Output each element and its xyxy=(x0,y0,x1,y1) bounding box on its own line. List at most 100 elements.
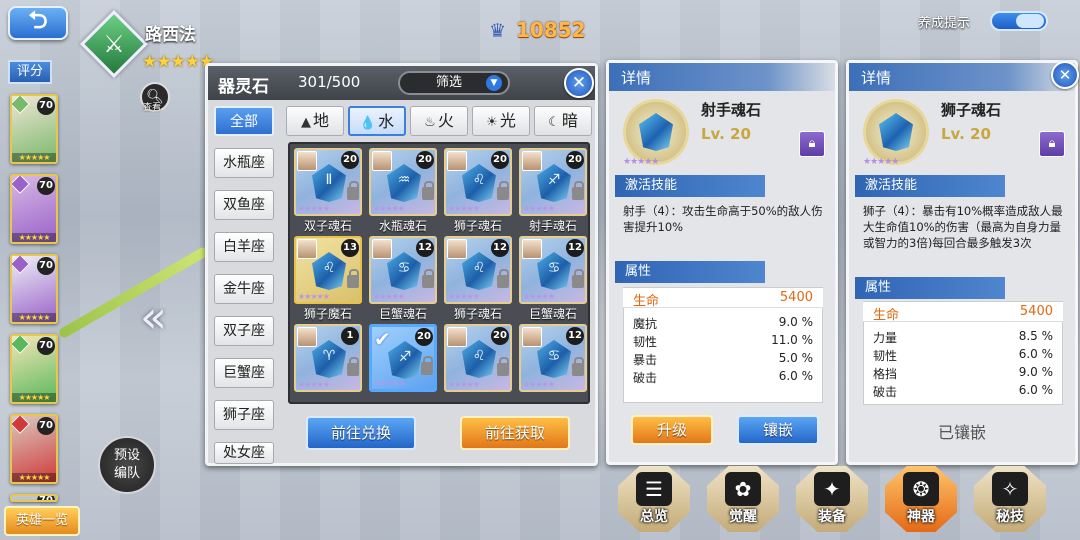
tab-icon: ✿ xyxy=(725,472,761,506)
item-stars: ★★★★★ xyxy=(373,292,405,301)
lock-icon xyxy=(347,181,359,200)
tab-awaken[interactable]: ✿ 觉醒 xyxy=(703,462,783,540)
lock-icon[interactable]: 🔒︎ xyxy=(799,131,825,157)
obtain-button[interactable]: 前往获取 xyxy=(460,416,570,450)
element-tab[interactable]: ▲ 地 xyxy=(286,106,344,136)
zodiac-glyph: ♋ xyxy=(547,348,561,364)
hero-card[interactable]: 70 ★★★★★ xyxy=(10,414,58,484)
zodiac-tab[interactable]: 双子座 xyxy=(214,316,274,346)
stone-count: 301/500 xyxy=(298,73,361,91)
hero-level: 70 xyxy=(37,496,55,500)
item-level: 1 xyxy=(341,327,359,345)
score-button[interactable]: 评分 xyxy=(8,60,52,84)
item-level: 20 xyxy=(566,151,584,169)
preset-team-button[interactable]: 预设 编队 xyxy=(98,436,156,494)
element-tab[interactable]: ☀ 光 xyxy=(472,106,530,136)
zodiac-tab[interactable]: 狮子座 xyxy=(214,400,274,430)
soul-stone-item[interactable]: ♐ 20 ✔ ★★★★★ xyxy=(369,324,437,392)
soul-stone-item[interactable]: ♒ 20 ★★★★★ xyxy=(369,148,437,216)
stat-row: 韧性 11.0 % xyxy=(623,333,823,351)
lock-icon xyxy=(422,181,434,200)
lock-icon xyxy=(497,181,509,200)
tab-equipment[interactable]: ✦ 装备 xyxy=(792,462,872,540)
zodiac-tab[interactable]: 水瓶座 xyxy=(214,148,274,178)
owner-portrait xyxy=(297,151,317,171)
stat-name: 破击 xyxy=(873,385,898,399)
hero-name: 路西法 xyxy=(145,25,196,45)
exchange-button[interactable]: 前往兑换 xyxy=(306,416,416,450)
item-name: 巨蟹魂石 xyxy=(528,307,577,321)
heroes-overview-button[interactable]: 英雄一览 xyxy=(4,506,80,536)
soul-stone-item[interactable]: Ⅱ 20 ★★★★★ xyxy=(294,148,362,216)
lock-icon[interactable]: 🔒︎ xyxy=(1039,131,1065,157)
prev-arrow-icon[interactable]: « xyxy=(140,292,167,343)
element-icon: ♨ xyxy=(424,115,436,130)
tab-secret[interactable]: ✧ 秘技 xyxy=(970,462,1050,540)
soul-stone-item[interactable]: ♌ 12 ★★★★★ xyxy=(444,236,512,304)
owner-portrait xyxy=(447,239,467,259)
soul-stone-item[interactable]: ♋ 12 ★★★★★ xyxy=(369,236,437,304)
item-stars: ★★★★★ xyxy=(448,204,480,213)
soul-stone-item[interactable]: ♌ 20 ★★★★★ xyxy=(444,148,512,216)
soul-stone-item[interactable]: ♋ 12 ★★★★★ xyxy=(519,236,587,304)
stat-name: 力量 xyxy=(873,331,898,345)
stone-name: 狮子魂石 xyxy=(941,101,1002,119)
hero-card[interactable]: 70 ★★★★★ xyxy=(10,94,58,164)
hero-stars: ★★★★★ xyxy=(12,153,56,162)
stat-row: 破击 6.0 % xyxy=(623,369,823,387)
element-tab[interactable]: ♨ 火 xyxy=(410,106,468,136)
hero-card[interactable]: 70 ★★★★★ xyxy=(10,254,58,324)
attr-header: 属性 xyxy=(855,277,1005,299)
hint-label: 养成提示 xyxy=(918,16,971,31)
skill-header: 激活技能 xyxy=(855,175,1005,197)
inlay-button[interactable]: 镶嵌 xyxy=(737,415,819,445)
item-level: 20 xyxy=(341,151,359,169)
stat-value: 6.0 % xyxy=(778,369,813,383)
stat-value: 5.0 % xyxy=(778,351,813,365)
soul-stone-item[interactable]: ♋ 12 ★★★★★ xyxy=(519,324,587,392)
zodiac-tab[interactable]: 白羊座 xyxy=(214,232,274,262)
tab-icon: ❂ xyxy=(903,472,939,506)
element-icon: ☀ xyxy=(486,115,498,130)
zodiac-glyph: ♐ xyxy=(398,349,412,365)
hint-toggle[interactable] xyxy=(990,11,1048,31)
tab-label: 觉醒 xyxy=(729,509,757,525)
soul-stone-item[interactable]: ♌ 13 ★★★★★ xyxy=(294,236,362,304)
stat-name: 破击 xyxy=(633,371,658,385)
back-arrow-icon: ⮌ xyxy=(28,5,48,34)
soul-stone-item[interactable]: ♐ 20 ★★★★★ xyxy=(519,148,587,216)
stone-level: Lv. 20 xyxy=(701,125,751,143)
hero-level: 70 xyxy=(37,337,55,355)
stone-icon xyxy=(623,99,689,165)
stone-stars: ★★★★★ xyxy=(623,157,659,167)
element-tab[interactable]: 💧 水 xyxy=(348,106,406,136)
gem-icon: ♒ xyxy=(387,164,421,202)
stat-name: 韧性 xyxy=(873,349,898,363)
element-tab[interactable]: ☾ 暗 xyxy=(534,106,592,136)
hero-card[interactable]: 70 ★★★★★ xyxy=(10,334,58,404)
filter-dropdown[interactable]: 筛选 ▼ xyxy=(398,71,510,95)
hero-card[interactable]: 70 ★★★★★ xyxy=(10,174,58,244)
item-name: 射手魂石 xyxy=(528,219,577,233)
stat-value: 6.0 % xyxy=(1018,383,1053,397)
soul-stone-item[interactable]: ♈ 1 ★★★★★ xyxy=(294,324,362,392)
close-icon[interactable]: ✕ xyxy=(564,68,594,98)
detail-header-label: 详情 xyxy=(621,69,652,87)
zodiac-tab[interactable]: 处女座 xyxy=(214,442,274,464)
zodiac-tab[interactable]: 全部 xyxy=(214,106,274,136)
tab-overview[interactable]: ☰ 总览 xyxy=(614,462,694,540)
zodiac-tab[interactable]: 金牛座 xyxy=(214,274,274,304)
tab-artifact[interactable]: ❂ 神器 xyxy=(881,462,961,540)
zodiac-glyph: Ⅱ xyxy=(325,172,333,188)
close-icon[interactable]: ✕ xyxy=(1051,61,1079,89)
upgrade-button[interactable]: 升级 xyxy=(631,415,713,445)
back-button[interactable]: ⮌ xyxy=(8,6,68,40)
view-label: 查看 xyxy=(143,103,162,113)
zodiac-tab[interactable]: 巨蟹座 xyxy=(214,358,274,388)
gem-icon: ♌ xyxy=(462,340,496,378)
gem-icon: ♌ xyxy=(312,252,346,290)
soul-stone-item[interactable]: ♌ 20 ★★★★★ xyxy=(444,324,512,392)
gem-icon: ♋ xyxy=(537,252,571,290)
zodiac-tab[interactable]: 双鱼座 xyxy=(214,190,274,220)
hero-card[interactable]: 70 xyxy=(10,494,58,502)
